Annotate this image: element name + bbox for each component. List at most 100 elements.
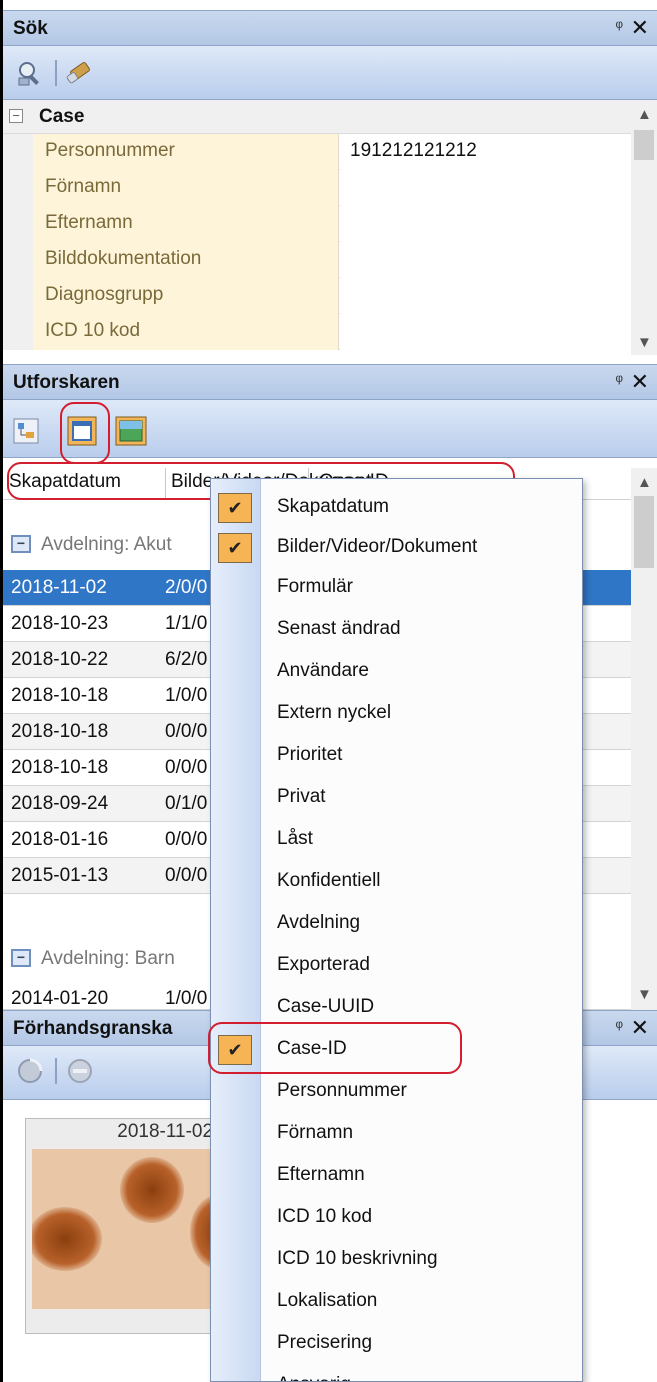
highlight-ring-view-button [60,402,110,464]
menu-item-efternamn[interactable]: Efternamn [211,1155,582,1195]
close-icon[interactable]: ✕ [631,369,649,395]
fornamn-field[interactable] [340,170,631,206]
search-panel-title: Sök [13,18,48,39]
menu-item-personnummer[interactable]: Personnummer [211,1071,582,1111]
property-row-diagnosgrupp[interactable]: Diagnosgrupp [3,278,631,314]
highlight-ring-case-id [208,1022,462,1074]
menu-item-label: Bilder/Videor/Dokument [277,536,478,557]
search-toolbar [3,46,657,100]
efternamn-field[interactable] [340,206,631,242]
property-row-icd10[interactable]: ICD 10 kod [3,314,631,350]
scroll-down-icon[interactable]: ▼ [637,986,652,1003]
menu-item-label: ICD 10 kod [277,1206,373,1227]
row-gutter [3,242,33,278]
menu-item-icd10-beskrivning[interactable]: ICD 10 beskrivning [211,1239,582,1279]
property-grid: − Case Personnummer 191212121212 Förnamn… [3,100,657,355]
column-chooser-menu: ✔ Skapatdatum ✔ Bilder/Videor/Dokument F… [210,478,583,1382]
category-label: Case [39,106,85,127]
collapse-icon[interactable]: − [11,949,31,967]
menu-item-label: Låst [277,828,313,849]
rotate-icon[interactable] [15,1056,45,1086]
menu-item-label: Lokalisation [277,1290,378,1311]
row-media: 0/0/0 [165,721,208,742]
scrollbar-thumb[interactable] [634,130,654,160]
collapse-icon[interactable]: − [9,109,23,123]
menu-item-avdelning[interactable]: Avdelning [211,903,582,943]
menu-item-ansvarig[interactable]: Ansvarig [211,1365,582,1381]
property-row-efternamn[interactable]: Efternamn [3,206,631,242]
search-icon[interactable] [15,58,45,88]
toolbar-separator [55,60,57,86]
menu-item-fornamn[interactable]: Förnamn [211,1113,582,1153]
property-name: Förnamn [33,170,339,206]
menu-item-label: Efternamn [277,1164,365,1185]
menu-item-label: Precisering [277,1332,373,1353]
menu-item-bilder[interactable]: ✔ Bilder/Videor/Dokument [211,527,582,567]
preview-panel-title: Förhandsgranska [13,1018,173,1039]
eraser-icon[interactable] [65,58,95,88]
diagnosgrupp-field[interactable] [340,278,631,314]
row-date: 2018-10-18 [11,685,109,706]
icd10-field[interactable] [340,314,631,350]
row-media: 0/0/0 [165,757,208,778]
row-gutter [3,278,33,314]
property-row-fornamn[interactable]: Förnamn [3,170,631,206]
property-name: ICD 10 kod [33,314,339,350]
row-gutter [3,170,33,206]
menu-item-case-uuid[interactable]: Case-UUID [211,987,582,1027]
scroll-up-icon[interactable]: ▲ [637,106,652,123]
explorer-scrollbar[interactable]: ▲ ▼ [631,468,657,1010]
menu-item-label: Case-UUID [277,996,375,1017]
property-row-bilddokumentation[interactable]: Bilddokumentation [3,242,631,278]
menu-item-konfidentiell[interactable]: Konfidentiell [211,861,582,901]
menu-item-senast-andrad[interactable]: Senast ändrad [211,609,582,649]
property-grid-scrollbar[interactable]: ▲ ▼ [631,100,657,355]
row-media: 1/0/0 [165,685,208,706]
scroll-down-icon[interactable]: ▼ [637,334,652,351]
pin-icon[interactable]: ᵠ [616,371,623,391]
group-label: Avdelning: Akut [41,534,172,555]
scrollbar-thumb[interactable] [634,496,654,568]
row-media: 1/1/0 [165,613,208,634]
menu-item-lokalisation[interactable]: Lokalisation [211,1281,582,1321]
menu-item-label: Senast ändrad [277,618,401,639]
search-panel-titlebar: Sök ᵠ ✕ [3,10,657,46]
pin-icon[interactable]: ᵠ [616,1017,623,1037]
row-media: 1/0/0 [165,988,208,1009]
row-date: 2015-01-13 [11,865,109,886]
menu-item-formular[interactable]: Formulär [211,567,582,607]
scroll-up-icon[interactable]: ▲ [637,474,652,491]
menu-item-label: Ansvarig [277,1374,351,1381]
menu-item-label: Konfidentiell [277,870,381,891]
property-name: Diagnosgrupp [33,278,339,314]
menu-item-anvandare[interactable]: Användare [211,651,582,691]
menu-item-icd10-kod[interactable]: ICD 10 kod [211,1197,582,1237]
pin-icon[interactable]: ᵠ [616,17,623,37]
menu-item-skapatdatum[interactable]: ✔ Skapatdatum [211,487,582,527]
menu-item-label: ICD 10 beskrivning [277,1248,438,1269]
menu-item-label: Extern nyckel [277,702,392,723]
menu-item-label: Användare [277,660,369,681]
personnummer-field[interactable]: 191212121212 [340,134,631,170]
app-window: Sök ᵠ ✕ − Case Personnummer 191212121212… [0,0,657,1382]
close-icon[interactable]: ✕ [631,1015,649,1041]
row-gutter [3,314,33,350]
menu-item-privat[interactable]: Privat [211,777,582,817]
close-icon[interactable]: ✕ [631,15,649,41]
row-media: 6/2/0 [165,649,208,670]
menu-item-exporterad[interactable]: Exporterad [211,945,582,985]
menu-item-precisering[interactable]: Precisering [211,1323,582,1363]
bilddokumentation-field[interactable] [340,242,631,278]
lesion-spot [32,1207,102,1271]
collapse-icon[interactable]: − [11,535,31,553]
menu-item-last[interactable]: Låst [211,819,582,859]
menu-item-extern-nyckel[interactable]: Extern nyckel [211,693,582,733]
explorer-panel-title: Utforskaren [13,372,120,393]
tree-view-icon[interactable] [13,418,39,444]
row-date: 2018-11-02 [11,577,107,598]
image-view-icon[interactable] [115,416,147,446]
category-row-case[interactable]: − Case [3,100,631,134]
property-row-personnummer[interactable]: Personnummer 191212121212 [3,134,631,170]
menu-item-prioritet[interactable]: Prioritet [211,735,582,775]
zoom-icon[interactable] [65,1056,95,1086]
